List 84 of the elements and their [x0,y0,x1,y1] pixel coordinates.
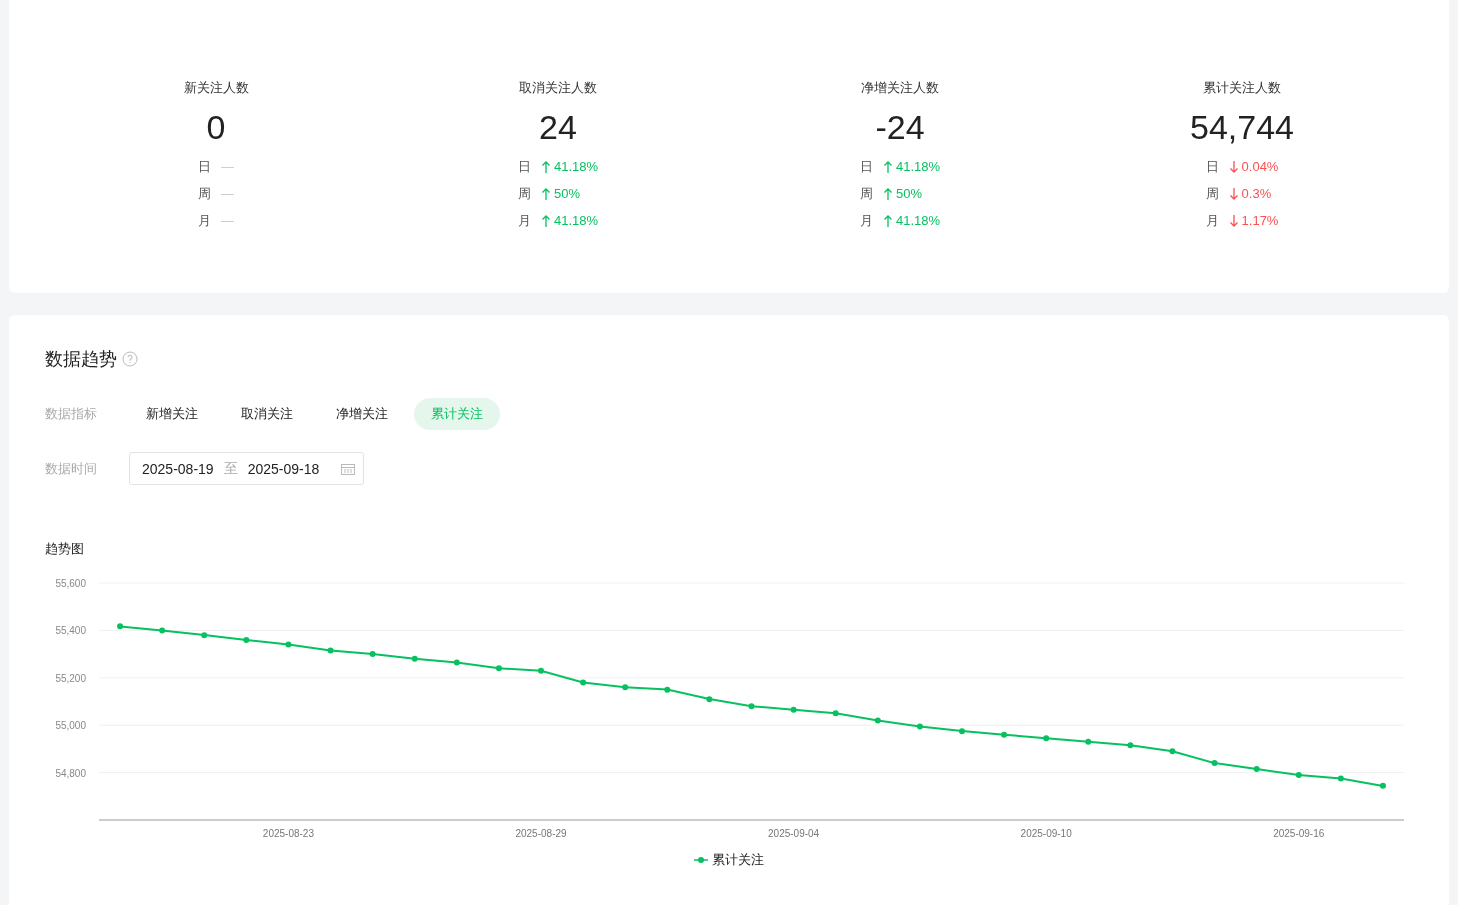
data-point [1085,738,1092,745]
section-title: 数据趋势 [45,348,117,371]
data-point [1211,760,1218,767]
data-point [243,636,250,643]
stat-value: 54,744 [1190,107,1294,147]
stat-value: 0 [206,107,226,147]
data-point [959,728,965,735]
data-point [411,655,418,662]
date-range-field[interactable]: 2025-08-19 至 2025-09-18 [129,452,365,485]
y-axis-label: 55,000 [55,720,86,732]
data-point [369,651,376,658]
metric-tab[interactable]: 净增关注 [319,398,405,430]
chart-title: 趋势图 [45,540,85,558]
period-label: 日 [517,158,531,176]
change-value: — [221,212,234,230]
stat-label: 取消关注人数 [519,79,597,97]
data-point [1253,766,1260,773]
period-label: 月 [859,212,873,230]
change-value: — [221,158,234,176]
data-point [117,623,124,630]
period-label: 月 [517,212,531,230]
period-label: 周 [1205,185,1219,203]
stat-value: -24 [875,107,925,147]
change-value: 41.18% [895,212,941,230]
period-label: 月 [198,212,211,230]
data-point [159,627,166,634]
filter-label: 数据指标 [45,405,98,423]
x-axis-label: 2025-08-29 [515,828,567,839]
change-value: 50% [553,185,580,203]
x-axis-label: 2025-08-23 [262,828,314,839]
legend-label: 累计关注 [712,851,764,869]
data-point [664,686,671,693]
data-point [1043,735,1050,742]
y-axis-label: 55,600 [55,578,86,589]
data-point [453,659,460,666]
data-point [748,703,755,710]
period-label: 日 [198,158,211,176]
period-label: 月 [1205,212,1219,230]
change-value: 50% [895,185,922,203]
metric-tab[interactable]: 取消关注 [224,398,310,430]
data-point [622,684,629,691]
period-label: 周 [859,185,873,203]
change-value: — [221,185,234,203]
calendar-icon[interactable] [341,462,356,475]
data-point [1127,742,1134,749]
period-label: 周 [198,185,211,203]
change-value: 41.18% [895,158,941,176]
metric-tab[interactable]: 新增关注 [129,398,215,430]
x-axis-label: 2025-09-10 [1020,828,1072,839]
data-point [1169,748,1176,755]
data-point [874,717,881,724]
period-label: 周 [517,185,531,203]
filter-label: 数据时间 [45,459,98,478]
period-label: 日 [859,158,873,176]
stat-label: 累计关注人数 [1203,79,1281,97]
change-value: 0.3% [1241,185,1272,203]
data-point [790,706,797,713]
data-point [1337,775,1344,782]
help-icon[interactable] [122,351,138,367]
y-axis-label: 54,800 [55,767,86,779]
x-axis-label: 2025-09-16 [1273,828,1325,839]
y-axis-label: 55,400 [55,625,86,637]
data-point [1379,782,1386,789]
data-point [285,641,292,648]
data-point [1001,731,1008,738]
data-point [1295,771,1302,778]
data-point [832,710,839,717]
data-point [327,647,334,654]
change-value: 0.04% [1241,158,1279,176]
x-axis-label: 2025-09-04 [768,828,820,839]
y-axis-label: 55,200 [55,672,86,684]
stat-label: 净增关注人数 [861,79,939,97]
data-point [201,632,208,639]
change-value: 41.18% [553,212,599,230]
period-label: 日 [1205,158,1219,176]
data-point [580,679,587,686]
data-point [538,667,544,674]
data-point [916,723,923,730]
data-point [495,665,502,672]
change-value: 1.17% [1241,212,1279,230]
stat-value: 24 [539,107,577,147]
stat-label: 新关注人数 [183,79,249,97]
change-value: 41.18% [553,158,599,176]
data-point [706,696,713,703]
